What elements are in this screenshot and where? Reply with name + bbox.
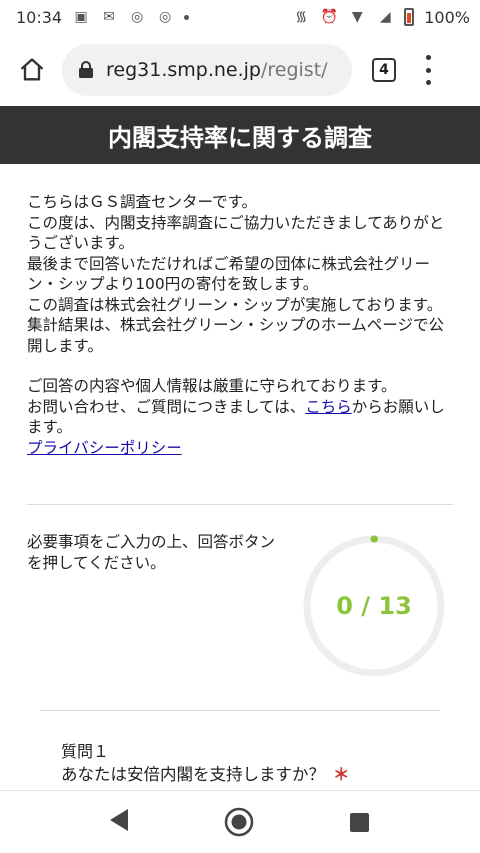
home-icon (20, 58, 44, 81)
home-nav-button[interactable] (224, 807, 254, 837)
contact-link[interactable]: こちら (305, 398, 352, 416)
alarm-icon: ⏰ (320, 9, 338, 25)
intro-line: 最後まで回答いただければご希望の団体に株式会社グリーン・シップより100円の寄付… (27, 254, 431, 294)
status-left: 10:34 ▣ ✉ ◎ ◎ (16, 7, 190, 27)
chrome-icon: ◎ (159, 9, 172, 25)
battery-icon (404, 8, 415, 26)
chrome-icon: ◎ (131, 9, 144, 25)
back-button[interactable] (108, 807, 130, 833)
intro-section: こちらはＧＳ調査センターです。 この度は、内閣支持率調査にご協力いただきましてあ… (27, 192, 457, 458)
url-path: /regist/ (260, 59, 328, 81)
menu-button[interactable] (418, 55, 438, 85)
browser-toolbar: reg31.smp.ne.jp/regist/ 4 (0, 34, 480, 106)
url-host: reg31.smp.ne.jp (106, 59, 261, 81)
menu-dot-icon (425, 67, 431, 73)
divider (40, 710, 440, 711)
menu-dot-icon (425, 55, 431, 60)
wifi-icon: ▼ (351, 9, 363, 25)
divider (27, 504, 453, 505)
nfc-icon: ᯾ (295, 9, 308, 25)
privacy-policy-link[interactable]: プライバシーポリシー (27, 439, 182, 457)
status-time: 10:34 (16, 7, 63, 27)
progress-instruction: 必要事項をご入力の上、回答ボタンを押してください。 (27, 533, 276, 572)
gmail-icon: ✉ (103, 9, 115, 25)
question-number: 質問１ (61, 742, 110, 761)
page-title: 内閣支持率に関する調査 (0, 106, 480, 164)
contact-text: お問い合わせ、ご質問につきましては、 (27, 397, 306, 416)
intro-line: こちらはＧＳ調査センターです。 (27, 193, 258, 211)
notification-icon: ▣ (74, 9, 88, 25)
status-right: ᯾ ⏰ ▼ ◢ 100% (292, 8, 470, 27)
question-text: あなたは安倍内閣を支持しますか？ ＊ (61, 761, 350, 785)
battery-level: 100% (424, 7, 470, 27)
android-nav-bar (0, 790, 480, 853)
intro-line: 集計結果は、株式会社グリーン・シップのホームページで公開します。 (27, 316, 444, 355)
signal-icon: ◢ (379, 9, 391, 25)
intro-line: ご回答の内容や個人情報は厳重に守られております。 (27, 377, 397, 395)
menu-dot-icon (425, 80, 431, 85)
recents-button[interactable] (350, 813, 369, 832)
url-bar[interactable]: reg31.smp.ne.jp/regist/ (62, 44, 352, 96)
home-button[interactable] (10, 48, 54, 92)
tab-switcher-button[interactable]: 4 (372, 58, 396, 82)
contact-line: お問い合わせ、ご質問につきましては、こちらからお願いします。 (27, 397, 457, 438)
lock-icon (79, 61, 93, 78)
intro-line: この度は、内閣支持率調査にご協力いただきましてありがとうございます。 (27, 213, 445, 253)
status-bar: 10:34 ▣ ✉ ◎ ◎ ᯾ ⏰ ▼ ◢ 100% (0, 0, 480, 34)
more-notifications-icon (184, 14, 190, 20)
progress-counter: 0 / 13 (336, 592, 412, 620)
intro-line: この調査は株式会社グリーン・シップが実施しております。 (27, 295, 443, 314)
question-label: あなたは安倍内閣を支持しますか？ (61, 765, 325, 784)
required-mark: ＊ (333, 765, 350, 784)
